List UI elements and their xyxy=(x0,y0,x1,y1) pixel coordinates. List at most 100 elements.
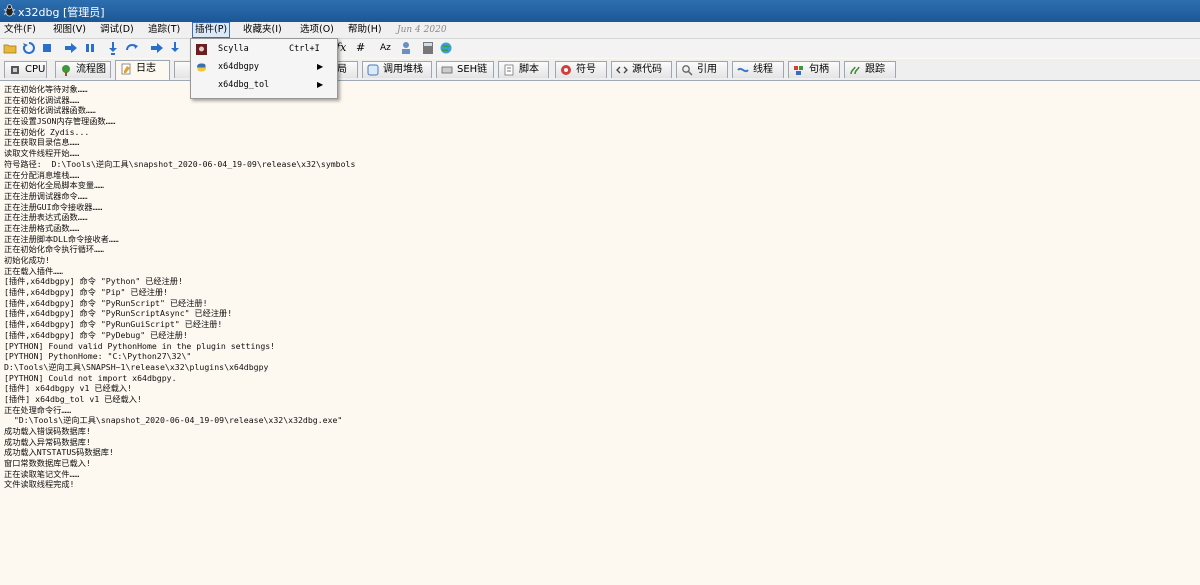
tab-notes[interactable] xyxy=(174,61,191,78)
log-line: 成功载入错误码数据库! xyxy=(4,426,91,436)
log-line: 符号路径: D:\Tools\逆向工具\snapshot_2020-06-04_… xyxy=(4,158,356,169)
tab-label: 流程图 xyxy=(76,64,106,75)
tab-label: 局 xyxy=(337,64,347,75)
scylla-icon xyxy=(196,44,207,55)
tab-label: 日志 xyxy=(136,63,156,74)
menu-options[interactable]: 选项(O) xyxy=(300,23,334,37)
log-line: 正在获取目录信息…… xyxy=(4,137,80,148)
menu-favourites[interactable]: 收藏夹(I) xyxy=(243,23,282,37)
menu-item-label: Scylla xyxy=(218,44,249,54)
build-date: Jun 4 2020 xyxy=(397,25,447,35)
log-line: 正在分配消息堆栈…… xyxy=(4,169,80,180)
menu-plugins[interactable]: 插件(P) xyxy=(192,22,231,38)
seh-icon xyxy=(441,66,453,74)
log-line: [PYTHON] Could not import x64dbgpy. xyxy=(4,372,177,383)
menu-trace[interactable]: 追踪(T) xyxy=(148,23,180,37)
tab-script[interactable]: 脚本 xyxy=(498,61,549,78)
tab-bar: CPU 流程图 日志 局 调用堆栈 SEH链 脚本 符号 源代码 引用 线程 句… xyxy=(0,59,1200,81)
log-line: 正在注册脚本DLL命令接收者…… xyxy=(4,233,119,244)
log-line: [插件,x64dbgpy] 命令 "PyDebug" 已经注册! xyxy=(4,329,188,340)
cpu-icon xyxy=(11,66,19,74)
log-line: 正在注册格式函数…… xyxy=(4,222,80,233)
tab-graph[interactable]: 流程图 xyxy=(55,61,111,78)
calculator-icon[interactable] xyxy=(421,41,435,55)
globe-icon[interactable] xyxy=(439,41,453,55)
log-line: D:\Tools\逆向工具\SNAPSH~1\release\x32\plugi… xyxy=(4,361,269,372)
tab-label: CPU xyxy=(25,64,46,75)
open-icon[interactable] xyxy=(3,41,17,55)
log-line: [PYTHON] PythonHome: "C:\Python27\32\" xyxy=(4,351,192,362)
handles-icon xyxy=(794,66,803,75)
menu-item-scylla[interactable]: Scylla Ctrl+I xyxy=(191,41,337,58)
step-into-icon[interactable] xyxy=(106,41,120,55)
font-icon[interactable]: Az xyxy=(380,41,391,55)
tab-label: 引用 xyxy=(697,64,717,75)
source-icon xyxy=(616,66,628,74)
menu-item-x64dbg-tol[interactable]: x64dbg_tol ▶ xyxy=(191,77,337,94)
python-icon xyxy=(197,63,206,72)
restart-icon[interactable] xyxy=(22,41,36,55)
log-line: 成功载入异常码数据库! xyxy=(4,436,91,447)
tab-label: 脚本 xyxy=(519,64,539,75)
log-icon xyxy=(121,63,131,75)
log-line: 正在注册GUI命令接收器…… xyxy=(4,201,103,212)
log-line: [插件] x64dbg_tol v1 已经载入! xyxy=(4,393,142,404)
hash-icon[interactable]: # xyxy=(356,41,365,55)
log-line: 正在注册表达式函数…… xyxy=(4,212,88,223)
tab-seh-chain[interactable]: SEH链 xyxy=(436,61,494,78)
menu-help[interactable]: 帮助(H) xyxy=(348,23,382,37)
bug-icon xyxy=(3,4,16,17)
tab-label: SEH链 xyxy=(457,64,488,75)
trace-icon xyxy=(850,66,860,75)
log-line: 正在初始化调试器函数…… xyxy=(4,105,96,116)
tab-label: 线程 xyxy=(753,64,773,75)
stop-icon[interactable] xyxy=(40,41,54,55)
log-line: 成功载入NTSTATUS码数据库! xyxy=(4,447,114,458)
tab-trace[interactable]: 跟踪 xyxy=(844,61,896,78)
toolbar: fx # Az xyxy=(0,39,1200,58)
log-line: 正在设置JSON内存管理函数…… xyxy=(4,116,116,127)
tab-handles[interactable]: 句柄 xyxy=(788,61,840,78)
tab-symbols[interactable]: 符号 xyxy=(555,61,607,78)
plugins-menu: Scylla Ctrl+I x64dbgpy ▶ x64dbg_tol ▶ xyxy=(190,38,338,99)
log-line: 读取文件线程开始…… xyxy=(4,148,80,159)
log-line: 窗口常数数据库已载入! xyxy=(4,458,91,469)
log-line: [插件,x64dbgpy] 命令 "PyRunScript" 已经注册! xyxy=(4,297,208,308)
log-line: 正在初始化全局脚本变量…… xyxy=(4,180,104,191)
submenu-arrow-icon: ▶ xyxy=(317,80,324,89)
menu-item-label: x64dbg_tol xyxy=(218,80,270,90)
log-view[interactable]: 正在初始化等待对象…… 正在初始化调试器…… 正在初始化调试器函数…… 正在设置JSO… xyxy=(4,84,1194,490)
tab-call-stack[interactable]: 调用堆栈 xyxy=(362,61,432,78)
run-icon[interactable] xyxy=(64,41,78,55)
menu-item-shortcut: Ctrl+I xyxy=(289,44,320,54)
menu-debug[interactable]: 调试(D) xyxy=(100,23,134,37)
step-out-icon[interactable] xyxy=(168,41,182,55)
pause-icon[interactable] xyxy=(83,41,97,55)
log-line: 正在载入插件…… xyxy=(4,265,63,276)
tab-label: 调用堆栈 xyxy=(383,64,423,75)
tab-cpu[interactable]: CPU xyxy=(4,61,47,78)
window-title: x32dbg [管理员] xyxy=(18,6,105,19)
tab-label: 符号 xyxy=(576,64,596,75)
tab-log[interactable]: 日志 xyxy=(115,60,170,80)
log-line: 文件读取线程完成! xyxy=(4,479,75,490)
menu-file[interactable]: 文件(F) xyxy=(4,23,36,37)
person-icon[interactable] xyxy=(399,41,413,55)
graph-icon xyxy=(62,65,70,76)
log-line: 正在处理命令行…… xyxy=(4,404,72,415)
log-line: 正在初始化等待对象…… xyxy=(4,84,88,94)
menu-view[interactable]: 视图(V) xyxy=(53,23,86,37)
script-icon xyxy=(504,64,514,76)
tab-label: 源代码 xyxy=(632,64,662,75)
tab-label: 句柄 xyxy=(809,64,829,75)
tab-source[interactable]: 源代码 xyxy=(611,61,672,78)
log-line: 初始化成功! xyxy=(4,255,50,265)
run-to-user-icon[interactable] xyxy=(150,41,164,55)
submenu-arrow-icon: ▶ xyxy=(317,62,324,71)
menu-item-x64dbgpy[interactable]: x64dbgpy ▶ xyxy=(191,59,337,76)
tab-references[interactable]: 引用 xyxy=(676,61,728,78)
log-line: [插件,x64dbgpy] 命令 "PyRunScriptAsync" 已经注册… xyxy=(4,308,233,319)
title-bar: x32dbg [管理员] xyxy=(0,0,1200,22)
tab-threads[interactable]: 线程 xyxy=(732,61,784,78)
step-over-icon[interactable] xyxy=(125,41,139,55)
